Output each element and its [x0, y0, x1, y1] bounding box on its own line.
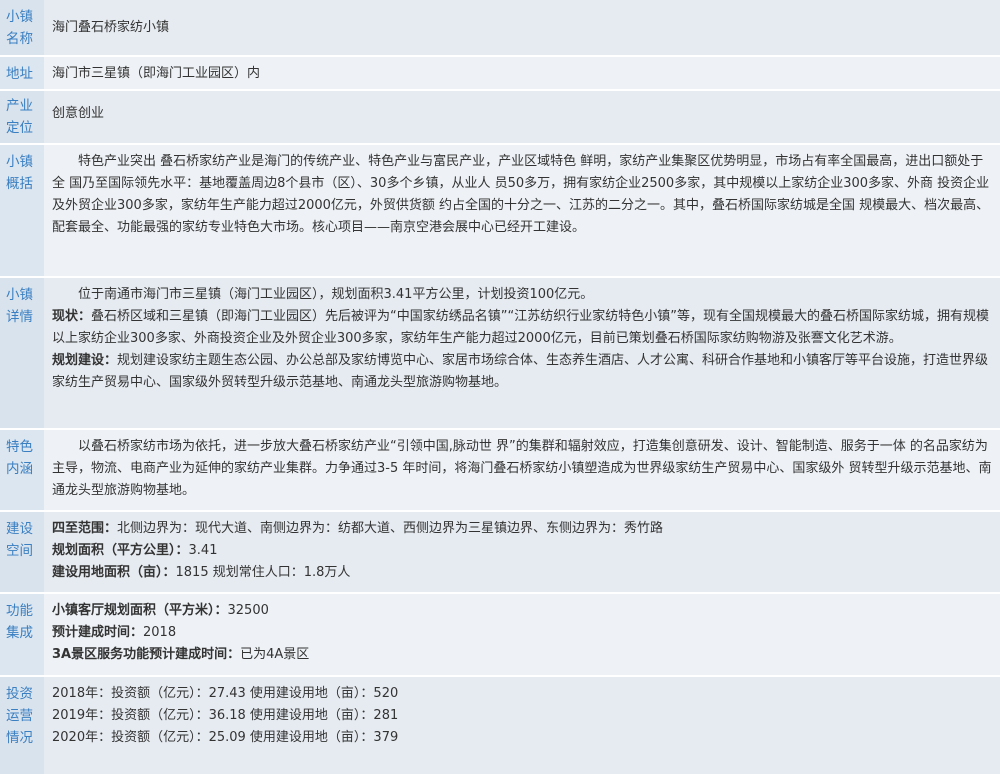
row-content-features: 以叠石桥家纺市场为依托，进一步放大叠石桥家纺产业“引领中国,脉动世 界”的集群和…	[44, 430, 1000, 510]
function-scenic: 3A景区服务功能预计建成时间：已为4A景区	[52, 644, 994, 666]
row-content-space: 四至范围：北侧边界为：现代大道、南侧边界为：纺都大道、西侧边界为三星镇边界、东侧…	[44, 512, 1000, 592]
label-line: 地址	[6, 66, 33, 82]
row-content-function: 小镇客厅规划面积（平方米）：32500 预计建成时间：2018 3A景区服务功能…	[44, 594, 1000, 675]
row-investment: 投资 运营 情况 2018年：投资额（亿元）：27.43 使用建设用地（亩）：5…	[0, 677, 1000, 774]
detail-intro: 位于南通市海门市三星镇（海门工业园区），规划面积3.41平方公里，计划投资100…	[78, 287, 594, 302]
space-boundary: 四至范围：北侧边界为：现代大道、南侧边界为：纺都大道、西侧边界为三星镇边界、东侧…	[52, 518, 994, 540]
row-label-investment: 投资 运营 情况	[0, 677, 44, 774]
industry-value: 创意创业	[52, 106, 105, 121]
land-label: 建设用地面积（亩）：	[52, 565, 176, 580]
function-completion: 预计建成时间：2018	[52, 622, 994, 644]
row-content-investment: 2018年：投资额（亿元）：27.43 使用建设用地（亩）：520 2019年：…	[44, 677, 1000, 774]
label-line: 产业	[6, 98, 33, 114]
detail-status: 现状：叠石桥区域和三星镇（即海门工业园区）先后被评为“中国家纺绣品名镇”“江苏纺…	[52, 306, 994, 350]
land-text: 1815 规划常住人口：1.8万人	[175, 565, 351, 580]
status-label: 现状：	[52, 309, 92, 324]
label-line: 情况	[6, 730, 33, 746]
row-overview: 小镇 概括 特色产业突出 叠石桥家纺产业是海门的传统产业、特色产业与富民产业，产…	[0, 145, 1000, 278]
row-label-overview: 小镇 概括	[0, 145, 44, 276]
row-label-industry: 产业 定位	[0, 91, 44, 143]
row-content-town-name: 海门叠石桥家纺小镇	[44, 0, 1000, 55]
row-address: 地址 海门市三星镇（即海门工业园区）内	[0, 57, 1000, 91]
row-label-space: 建设 空间	[0, 512, 44, 592]
row-label-features: 特色 内涵	[0, 430, 44, 510]
label-line: 定位	[6, 120, 33, 136]
investment-line: 2018年：投资额（亿元）：27.43 使用建设用地（亩）：520	[52, 686, 399, 701]
row-label-town-name: 小镇 名称	[0, 0, 44, 55]
completion-value: 2018	[143, 625, 177, 640]
label-line: 集成	[6, 625, 33, 641]
features-text: 以叠石桥家纺市场为依托，进一步放大叠石桥家纺产业“引领中国,脉动世 界”的集群和…	[52, 439, 992, 498]
row-label-function: 功能 集成	[0, 594, 44, 675]
row-label-address: 地址	[0, 57, 44, 89]
label-line: 运营	[6, 708, 33, 724]
hall-label: 小镇客厅规划面积（平方米）：	[52, 603, 228, 618]
row-content-industry: 创意创业	[44, 91, 1000, 143]
label-line: 小镇	[6, 154, 33, 170]
function-hall: 小镇客厅规划面积（平方米）：32500	[52, 600, 994, 622]
town-info-table: 小镇 名称 海门叠石桥家纺小镇 地址 海门市三星镇（即海门工业园区）内 产业 定…	[0, 0, 1000, 774]
scenic-value: 已为4A景区	[240, 647, 310, 662]
plan-text: 规划建设家纺主题生态公园、办公总部及家纺博览中心、家居市场综合体、生态养生酒店、…	[52, 353, 989, 390]
space-land: 建设用地面积（亩）：1815 规划常住人口：1.8万人	[52, 562, 994, 584]
scenic-label: 3A景区服务功能预计建成时间：	[52, 647, 241, 662]
address-value: 海门市三星镇（即海门工业园区）内	[52, 66, 261, 81]
row-detail: 小镇 详情 位于南通市海门市三星镇（海门工业园区），规划面积3.41平方公里，计…	[0, 278, 1000, 430]
label-line: 详情	[6, 309, 33, 325]
area-value: 3.41	[188, 543, 218, 558]
row-function: 功能 集成 小镇客厅规划面积（平方米）：32500 预计建成时间：2018 3A…	[0, 594, 1000, 677]
space-area: 规划面积（平方公里）：3.41	[52, 540, 994, 562]
label-line: 小镇	[6, 9, 33, 25]
investment-line: 2020年：投资额（亿元）：25.09 使用建设用地（亩）：379	[52, 730, 399, 745]
label-line: 投资	[6, 686, 33, 702]
investment-line: 2019年：投资额（亿元）：36.18 使用建设用地（亩）：281	[52, 708, 399, 723]
plan-label: 规划建设：	[52, 353, 118, 368]
boundary-text: 北侧边界为：现代大道、南侧边界为：纺都大道、西侧边界为三星镇边界、东侧边界为：秀…	[117, 521, 664, 536]
row-label-detail: 小镇 详情	[0, 278, 44, 428]
row-content-overview: 特色产业突出 叠石桥家纺产业是海门的传统产业、特色产业与富民产业，产业区域特色 …	[44, 145, 1000, 276]
label-line: 小镇	[6, 287, 33, 303]
row-town-name: 小镇 名称 海门叠石桥家纺小镇	[0, 0, 1000, 57]
label-line: 空间	[6, 543, 33, 559]
label-line: 功能	[6, 603, 33, 619]
hall-value: 32500	[227, 603, 269, 618]
status-text: 叠石桥区域和三星镇（即海门工业园区）先后被评为“中国家纺绣品名镇”“江苏纺织行业…	[52, 309, 989, 346]
row-industry: 产业 定位 创意创业	[0, 91, 1000, 145]
row-content-address: 海门市三星镇（即海门工业园区）内	[44, 57, 1000, 89]
label-line: 特色	[6, 439, 33, 455]
row-features: 特色 内涵 以叠石桥家纺市场为依托，进一步放大叠石桥家纺产业“引领中国,脉动世 …	[0, 430, 1000, 512]
label-line: 内涵	[6, 461, 33, 477]
area-label: 规划面积（平方公里）：	[52, 543, 189, 558]
town-name-value: 海门叠石桥家纺小镇	[52, 20, 170, 35]
overview-text: 特色产业突出 叠石桥家纺产业是海门的传统产业、特色产业与富民产业，产业区域特色 …	[52, 154, 990, 235]
row-content-detail: 位于南通市海门市三星镇（海门工业园区），规划面积3.41平方公里，计划投资100…	[44, 278, 1000, 428]
row-space: 建设 空间 四至范围：北侧边界为：现代大道、南侧边界为：纺都大道、西侧边界为三星…	[0, 512, 1000, 594]
detail-plan: 规划建设：规划建设家纺主题生态公园、办公总部及家纺博览中心、家居市场综合体、生态…	[52, 350, 994, 394]
label-line: 名称	[6, 31, 33, 47]
label-line: 概括	[6, 176, 33, 192]
label-line: 建设	[6, 521, 33, 537]
completion-label: 预计建成时间：	[52, 625, 144, 640]
boundary-label: 四至范围：	[52, 521, 118, 536]
